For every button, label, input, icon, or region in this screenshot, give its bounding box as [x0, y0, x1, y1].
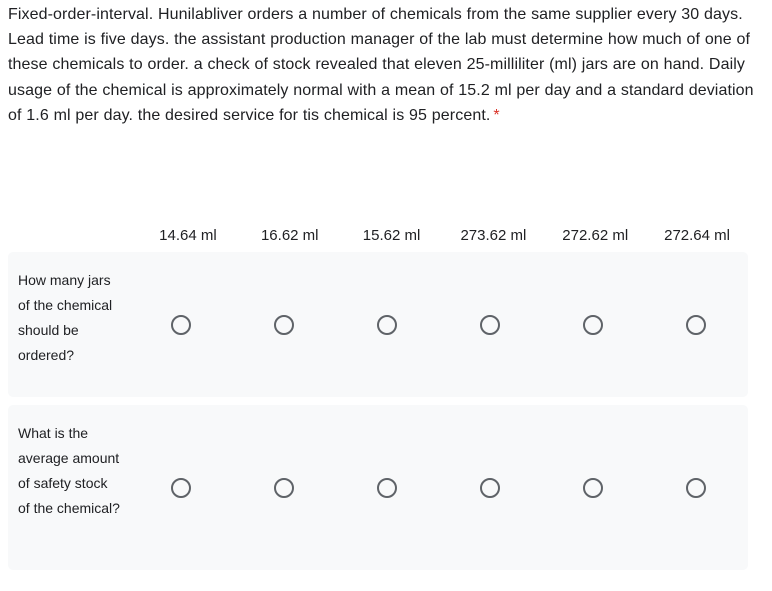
multiple-choice-grid-question: Fixed-order-interval. Hunilabliver order…: [0, 0, 772, 591]
grid-column-headers: 14.64 ml 16.62 ml 15.62 ml 273.62 ml 272…: [0, 206, 772, 252]
column-header-4: 272.62 ml: [562, 227, 629, 244]
radio-button[interactable]: [376, 314, 397, 335]
radio-button[interactable]: [170, 477, 191, 498]
column-header-3: 273.62 ml: [460, 227, 527, 244]
row-label: How many jars of the chemical should be …: [18, 272, 113, 363]
radio-button[interactable]: [686, 314, 707, 335]
question-text: Fixed-order-interval. Hunilabliver order…: [8, 6, 754, 124]
radio-button[interactable]: [273, 477, 294, 498]
row-options: [129, 252, 748, 397]
radio-cell-row1-col0[interactable]: [129, 477, 232, 498]
column-header-1: 16.62 ml: [260, 227, 319, 244]
radio-cell-row0-col3[interactable]: [439, 314, 542, 335]
radio-cell-row0-col5[interactable]: [645, 314, 748, 335]
column-header-5: 272.64 ml: [664, 227, 730, 244]
radio-cell-row0-col1[interactable]: [232, 314, 335, 335]
radio-cell-row0-col2[interactable]: [335, 314, 438, 335]
radio-button[interactable]: [583, 314, 604, 335]
radio-cell-row0-col4[interactable]: [542, 314, 645, 335]
radio-button[interactable]: [273, 314, 294, 335]
question-title: Fixed-order-interval. Hunilabliver order…: [8, 2, 756, 128]
radio-button[interactable]: [376, 477, 397, 498]
answer-grid: 14.64 ml 16.62 ml 15.62 ml 273.62 ml 272…: [0, 206, 772, 570]
radio-cell-row1-col2[interactable]: [335, 477, 438, 498]
radio-cell-row1-col1[interactable]: [232, 477, 335, 498]
radio-button[interactable]: [480, 477, 501, 498]
radio-cell-row1-col4[interactable]: [542, 477, 645, 498]
row-label: What is the average amount of safety sto…: [18, 425, 120, 516]
radio-cell-row1-col5[interactable]: [645, 477, 748, 498]
row-options: [129, 405, 748, 570]
radio-cell-row1-col3[interactable]: [439, 477, 542, 498]
radio-cell-row0-col0[interactable]: [129, 314, 232, 335]
column-header-2: 15.62 ml: [362, 227, 421, 244]
radio-button[interactable]: [480, 314, 501, 335]
column-header-0: 14.64 ml: [159, 227, 217, 244]
grid-row: What is the average amount of safety sto…: [8, 405, 748, 570]
radio-button[interactable]: [583, 477, 604, 498]
radio-button[interactable]: [686, 477, 707, 498]
grid-row: How many jars of the chemical should be …: [8, 252, 748, 397]
required-asterisk: *: [493, 106, 500, 124]
radio-button[interactable]: [170, 314, 191, 335]
